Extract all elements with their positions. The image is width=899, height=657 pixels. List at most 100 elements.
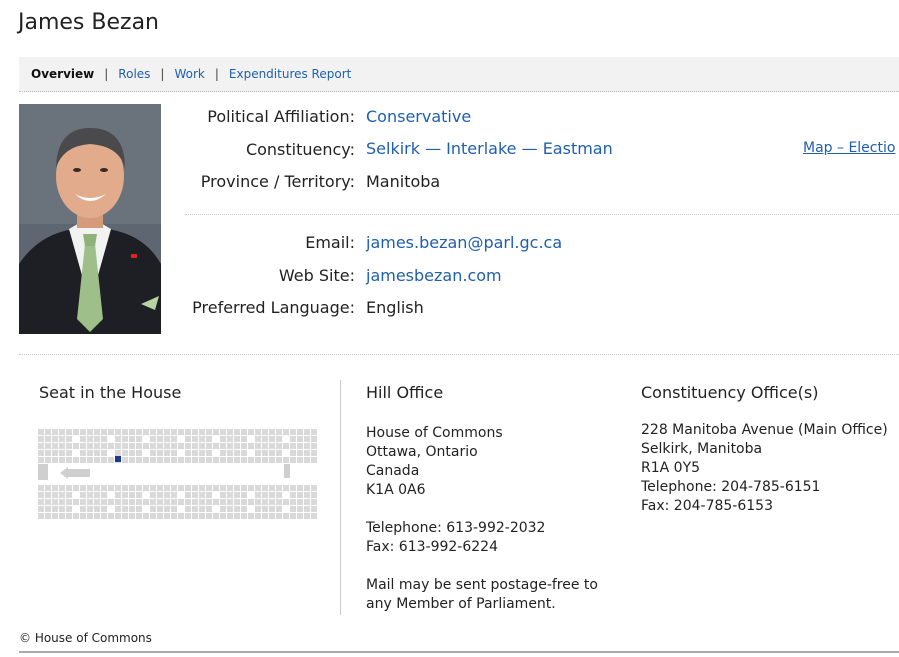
seat <box>129 506 135 512</box>
map-electoral-link[interactable]: Map – Electio <box>803 140 899 156</box>
seat <box>129 499 135 505</box>
tab-work[interactable]: Work <box>174 67 204 81</box>
seat <box>220 429 226 435</box>
seat <box>311 443 317 449</box>
seat <box>283 485 289 491</box>
info-divider <box>185 214 899 215</box>
seat <box>94 429 100 435</box>
seat <box>220 443 226 449</box>
postage-note: any Member of Parliament. <box>366 596 556 612</box>
seat <box>269 436 275 442</box>
seat <box>150 506 156 512</box>
seat <box>192 450 198 456</box>
seat <box>136 450 142 456</box>
seat <box>122 492 128 498</box>
seat <box>52 429 58 435</box>
constituency-label: Constituency: <box>245 140 355 159</box>
seat <box>276 436 282 442</box>
seat <box>255 443 261 449</box>
seat <box>108 457 114 463</box>
seat <box>66 499 72 505</box>
seat <box>87 506 93 512</box>
seat <box>311 513 317 519</box>
seat <box>234 506 240 512</box>
seat <box>66 506 72 512</box>
seat <box>290 499 296 505</box>
seat <box>52 457 58 463</box>
seat <box>101 506 107 512</box>
province-value: Manitoba <box>366 172 441 191</box>
seat <box>241 513 247 519</box>
seat <box>150 436 156 442</box>
bar-of-house <box>284 464 290 478</box>
seat <box>241 436 247 442</box>
seat <box>66 429 72 435</box>
seat <box>255 450 261 456</box>
seat <box>101 450 107 456</box>
seat <box>164 443 170 449</box>
seat <box>122 499 128 505</box>
seat <box>185 513 191 519</box>
seat <box>206 499 212 505</box>
seat <box>199 513 205 519</box>
seat <box>129 492 135 498</box>
seat <box>87 457 93 463</box>
seat <box>52 436 58 442</box>
seat <box>269 457 275 463</box>
political-affiliation-value[interactable]: Conservative <box>366 107 471 126</box>
seat <box>220 492 226 498</box>
seat <box>150 450 156 456</box>
tab-expenditures-report[interactable]: Expenditures Report <box>229 67 351 81</box>
address-line: Canada <box>366 463 420 479</box>
seat <box>164 457 170 463</box>
hill-office-title: Hill Office <box>366 383 444 402</box>
seat <box>283 499 289 505</box>
seat-map[interactable] <box>38 429 320 521</box>
hill-fax: Fax: 613-992-6224 <box>366 539 498 555</box>
seat <box>255 513 261 519</box>
seat <box>66 513 72 519</box>
seat <box>220 457 226 463</box>
seat <box>255 436 261 442</box>
seat <box>262 513 268 519</box>
seat <box>297 436 303 442</box>
constituency-value[interactable]: Selkirk — Interlake — Eastman <box>366 139 613 158</box>
language-value: English <box>366 298 424 317</box>
seat <box>185 436 191 442</box>
seat <box>94 450 100 456</box>
seat <box>304 429 310 435</box>
tab-roles[interactable]: Roles <box>118 67 150 81</box>
hill-telephone: Telephone: 613-992-2032 <box>366 520 546 536</box>
seat <box>38 492 44 498</box>
seat <box>262 443 268 449</box>
seat <box>164 436 170 442</box>
tab-separator: | <box>160 67 165 81</box>
seat <box>199 436 205 442</box>
seat <box>122 457 128 463</box>
seat <box>122 429 128 435</box>
seat <box>206 506 212 512</box>
seat <box>234 450 240 456</box>
seat <box>52 492 58 498</box>
email-link[interactable]: james.bezan@parl.gc.ca <box>366 233 562 252</box>
address-line: Ottawa, Ontario <box>366 444 478 460</box>
website-link[interactable]: jamesbezan.com <box>366 266 502 285</box>
seat <box>101 485 107 491</box>
seat <box>262 499 268 505</box>
seat <box>129 457 135 463</box>
seat <box>59 436 65 442</box>
seat <box>227 457 233 463</box>
seat <box>220 506 226 512</box>
seat <box>80 443 86 449</box>
seat <box>234 499 240 505</box>
seat <box>171 450 177 456</box>
seat <box>276 492 282 498</box>
seat <box>143 443 149 449</box>
seat <box>150 443 156 449</box>
seat <box>94 457 100 463</box>
tab-overview[interactable]: Overview <box>31 67 94 81</box>
seat <box>304 506 310 512</box>
seat <box>143 513 149 519</box>
seat <box>143 499 149 505</box>
seat <box>171 457 177 463</box>
